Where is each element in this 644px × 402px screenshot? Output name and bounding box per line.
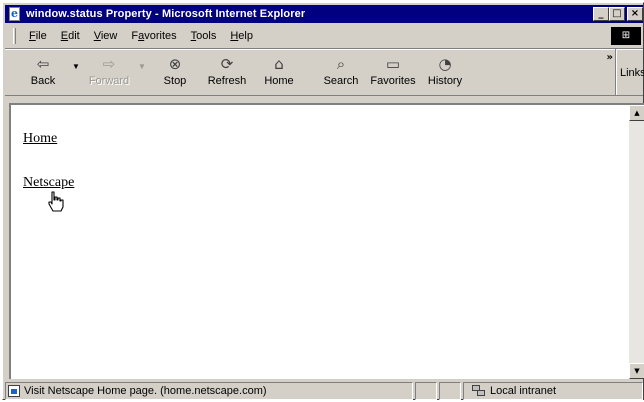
minimize-button[interactable]: _ [593, 7, 609, 21]
title-bar[interactable]: e window.status Property - Microsoft Int… [5, 5, 643, 23]
history-icon: ◔ [438, 55, 452, 73]
maximize-button[interactable]: □ [609, 7, 625, 21]
refresh-button[interactable]: ⟳ Refresh [201, 54, 253, 87]
menu-bar: File Edit View Favorites Tools Help ⊞ [5, 26, 643, 46]
search-button[interactable]: ⌕ Search [315, 54, 367, 87]
hand-cursor-icon [48, 191, 64, 212]
internet-explorer-icon[interactable]: e [7, 6, 23, 22]
back-dropdown[interactable]: ▼ [69, 54, 83, 71]
menu-grip[interactable] [13, 28, 16, 44]
vertical-scrollbar[interactable]: ▲ ▼ [629, 103, 644, 379]
standard-toolbar: ⇦ Back ▼ ⇨ Forward ▼ ⊗ Stop ⟳ Refresh ⌂ … [5, 48, 644, 96]
menu-favorites[interactable]: Favorites [124, 28, 183, 44]
scroll-down-button[interactable]: ▼ [629, 363, 644, 379]
window-title: window.status Property - Microsoft Inter… [26, 8, 306, 20]
forward-dropdown[interactable]: ▼ [135, 54, 149, 71]
toolbar-chevron[interactable]: » [607, 52, 613, 63]
favorites-icon: ▭ [385, 55, 401, 73]
status-panel-empty [415, 382, 437, 400]
zone-label: Local intranet [490, 385, 557, 397]
window-controls: _ □ × [593, 7, 643, 21]
menu-edit[interactable]: Edit [54, 28, 87, 44]
menu-file[interactable]: File [22, 28, 54, 44]
home-icon: ⌂ [274, 55, 284, 73]
status-message-panel: Visit Netscape Home page. (home.netscape… [5, 382, 413, 400]
status-bar: Visit Netscape Home page. (home.netscape… [5, 382, 643, 400]
stop-button[interactable]: ⊗ Stop [149, 54, 201, 87]
status-message: Visit Netscape Home page. (home.netscape… [24, 385, 267, 397]
history-button[interactable]: ◔ History [419, 54, 471, 87]
security-zone-panel: Local intranet [463, 382, 643, 400]
close-button[interactable]: × [627, 7, 643, 21]
status-panel-empty [439, 382, 461, 400]
netscape-link[interactable]: Netscape [23, 175, 74, 191]
menu-tools[interactable]: Tools [184, 28, 224, 44]
arrow-right-icon: ⇨ [102, 55, 116, 73]
local-intranet-icon [472, 385, 486, 397]
menu-view[interactable]: View [87, 28, 125, 44]
favorites-button[interactable]: ▭ Favorites [367, 54, 419, 87]
home-button[interactable]: ⌂ Home [253, 54, 305, 87]
links-toolbar[interactable]: Links [615, 49, 644, 95]
page-content: Home Netscape [9, 103, 629, 379]
forward-button[interactable]: ⇨ Forward [83, 54, 135, 87]
windows-logo-icon: ⊞ [611, 27, 641, 45]
back-button[interactable]: ⇦ Back [17, 54, 69, 87]
menu-help[interactable]: Help [223, 28, 260, 44]
page-icon [8, 385, 20, 397]
search-icon: ⌕ [336, 55, 346, 73]
refresh-icon: ⟳ [220, 55, 234, 73]
browser-window: e window.status Property - Microsoft Int… [2, 2, 644, 400]
stop-icon: ⊗ [168, 55, 182, 73]
arrow-left-icon: ⇦ [36, 55, 50, 73]
scroll-up-button[interactable]: ▲ [629, 105, 644, 121]
home-link[interactable]: Home [23, 131, 57, 147]
